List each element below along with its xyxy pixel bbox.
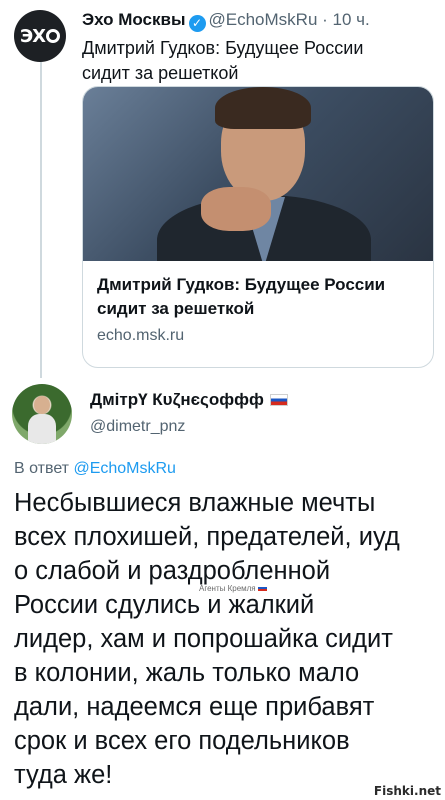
author-name[interactable]: Эхо Москвы (82, 10, 186, 29)
reply-author-name-text: ДмітрҮ Кυζнєςоффф (90, 390, 264, 409)
site-watermark: Fishki.net (373, 784, 441, 798)
russia-flag-icon (269, 394, 288, 406)
photo-person-hair (215, 87, 311, 129)
photo-person-hands (201, 187, 271, 231)
card-title: Дмитрий Гудков: Будущее России сидит за … (97, 275, 386, 318)
link-preview-card[interactable]: Дмитрий Гудков: Будущее России сидит за … (82, 86, 434, 368)
reply-prefix: В ответ (14, 460, 74, 477)
avatar-person-body (28, 414, 56, 444)
reply-author-handle[interactable]: @dimetr_pnz (90, 418, 185, 436)
avatar-person-face (34, 396, 50, 414)
watermark-text: Агенты Кремля (199, 584, 256, 593)
avatar-logo-text: ЭХ (19, 25, 46, 47)
reply-tweet-text: Несбывшиеся влажные мечты всех плохишей,… (14, 489, 400, 789)
original-tweet[interactable]: ЭХ Эхо Москвы ✓ @EchoMskRu · 10 ч. Дмитрий… (0, 0, 445, 380)
handle-and-time[interactable]: @EchoMskRu · 10 ч. (209, 10, 370, 29)
verified-badge-icon: ✓ (188, 15, 206, 32)
tweet-text: Дмитрий Гудков: Будущее России сидит за … (82, 38, 364, 83)
card-image[interactable] (83, 87, 433, 261)
reply-author-name[interactable]: ДмітрҮ Кυζнєςоффф (90, 390, 288, 410)
watermark-flag-icon (257, 585, 267, 591)
card-domain: echo.msk.ru (97, 327, 185, 344)
avatar-logo-ring-icon (46, 29, 61, 43)
reply-context: В ответ @EchoMskRu (14, 460, 176, 478)
user-avatar[interactable] (12, 384, 72, 444)
card-body[interactable]: Дмитрий Гудков: Будущее России сидит за … (83, 261, 433, 357)
echo-moskvy-avatar[interactable]: ЭХ (14, 10, 66, 62)
agents-watermark: Агенты Кремля (199, 584, 267, 593)
reply-tweet[interactable]: ДмітрҮ Кυζнєςоффф @dimetr_pnz В ответ @E… (0, 380, 445, 800)
reply-to-link[interactable]: @EchoMskRu (73, 460, 176, 477)
tweet-header: Эхо Москвы ✓ @EchoMskRu · 10 ч. (82, 10, 370, 32)
